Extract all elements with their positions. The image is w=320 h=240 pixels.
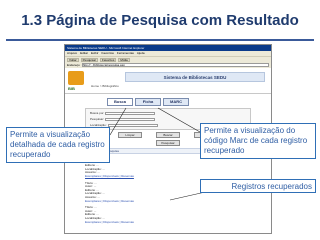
record-links[interactable]: Exemplares | Disponíveis | Reservas xyxy=(85,200,251,204)
search-input[interactable] xyxy=(105,117,156,121)
busca-select[interactable] xyxy=(105,111,156,115)
favorites-button[interactable]: Favoritos xyxy=(100,57,117,62)
callout-ficha: Permite a visualização detalhada de cada… xyxy=(6,127,110,163)
address-input[interactable]: http://.../biblioteca/pesquisa.asp xyxy=(81,63,269,67)
tab-marc[interactable]: MARC xyxy=(163,98,189,106)
menu-favorites[interactable]: Favoritos xyxy=(102,51,114,56)
tab-busca[interactable]: Busca xyxy=(107,98,133,106)
address-label: Endereço xyxy=(67,63,80,67)
record-links[interactable]: Exemplares | Disponíveis | Reservas xyxy=(85,221,251,225)
breadcrumb: Home > Bibliográfico xyxy=(91,84,119,88)
view-tabs: Busca Ficha MARC xyxy=(107,98,251,106)
find-button[interactable]: Buscar xyxy=(156,132,180,138)
app-title-box: Sistema de Bibliotecas SEDU xyxy=(125,72,265,82)
title-divider xyxy=(6,39,314,41)
slide-title: 1.3 Página de Pesquisa com Resultado xyxy=(21,12,299,29)
app-title: Sistema de Bibliotecas SEDU xyxy=(163,75,227,80)
result-record-3: Título: ... Autor: ... Editora: ... Loca… xyxy=(85,206,251,224)
callout-records: Registros recuperados xyxy=(200,179,316,193)
form-row-1: Busca por: xyxy=(90,111,156,115)
callout-marc: Permite a visualização do código Marc de… xyxy=(200,123,316,159)
form-label-busca: Busca por: xyxy=(90,111,105,115)
submit-search-button[interactable]: Pesquisar xyxy=(156,140,180,146)
menu-view[interactable]: Exibir xyxy=(91,51,99,56)
app-header: BIB Sistema de Bibliotecas SEDU Home > B… xyxy=(65,68,271,94)
search-button[interactable]: Pesquisar xyxy=(80,57,99,62)
menu-edit[interactable]: Editar xyxy=(80,51,88,56)
menu-help[interactable]: Ajuda xyxy=(137,51,145,56)
form-row-2: Pesquisar: xyxy=(90,117,156,121)
menu-file[interactable]: Arquivo xyxy=(67,51,77,56)
library-logo-icon xyxy=(68,71,84,85)
clear-button[interactable]: Limpar xyxy=(118,132,142,138)
tab-ficha[interactable]: Ficha xyxy=(135,98,161,106)
back-button[interactable]: Voltar xyxy=(67,57,79,62)
logo-text: BIB xyxy=(68,86,75,91)
location-select[interactable] xyxy=(107,123,158,127)
menu-tools[interactable]: Ferramentas xyxy=(117,51,134,56)
form-label-pesquisar: Pesquisar: xyxy=(90,117,105,121)
media-button[interactable]: Mídia xyxy=(118,57,130,62)
